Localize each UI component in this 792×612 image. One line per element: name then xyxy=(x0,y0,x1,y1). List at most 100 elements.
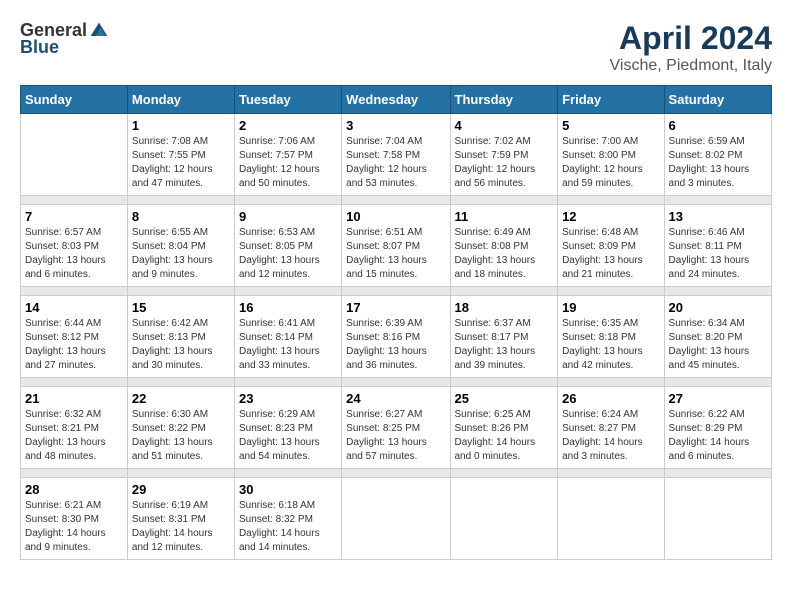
day-info: Sunrise: 6:57 AMSunset: 8:03 PMDaylight:… xyxy=(25,226,123,282)
day-info: Sunrise: 6:24 AMSunset: 8:27 PMDaylight:… xyxy=(562,408,659,464)
calendar-day xyxy=(450,478,558,560)
calendar-day: 8 Sunrise: 6:55 AMSunset: 8:04 PMDaylight… xyxy=(127,205,234,287)
day-number: 1 xyxy=(132,118,230,133)
calendar-day: 30 Sunrise: 6:18 AMSunset: 8:32 PMDayligh… xyxy=(234,478,341,560)
day-number: 2 xyxy=(239,118,337,133)
day-header-thursday: Thursday xyxy=(450,86,558,114)
week-separator xyxy=(21,287,772,296)
calendar-day: 27 Sunrise: 6:22 AMSunset: 8:29 PMDayligh… xyxy=(664,387,771,469)
calendar-day: 16Sunrise: 6:41 AMSunset: 8:14 PMDayligh… xyxy=(234,296,341,378)
day-info: Sunrise: 6:39 AMSunset: 8:16 PMDaylight:… xyxy=(346,317,445,373)
day-info: Sunrise: 6:32 AMSunset: 8:21 PMDaylight:… xyxy=(25,408,123,464)
day-number: 5 xyxy=(562,118,659,133)
calendar-day: 15Sunrise: 6:42 AMSunset: 8:13 PMDayligh… xyxy=(127,296,234,378)
day-info: Sunrise: 6:49 AMSunset: 8:08 PMDaylight:… xyxy=(455,226,554,282)
day-info: Sunrise: 6:51 AMSunset: 8:07 PMDaylight:… xyxy=(346,226,445,282)
day-info: Sunrise: 6:21 AMSunset: 8:30 PMDaylight:… xyxy=(25,499,123,555)
day-number: 23 xyxy=(239,391,337,406)
day-info: Sunrise: 6:46 AMSunset: 8:11 PMDaylight:… xyxy=(669,226,767,282)
logo-blue: Blue xyxy=(20,37,59,58)
day-info: Sunrise: 6:48 AMSunset: 8:09 PMDaylight:… xyxy=(562,226,659,282)
day-number: 8 xyxy=(132,209,230,224)
calendar-day: 2 Sunrise: 7:06 AMSunset: 7:57 PMDaylight… xyxy=(234,114,341,196)
day-header-monday: Monday xyxy=(127,86,234,114)
calendar-table: SundayMondayTuesdayWednesdayThursdayFrid… xyxy=(20,85,772,560)
day-info: Sunrise: 6:18 AMSunset: 8:32 PMDaylight:… xyxy=(239,499,337,555)
day-number: 19 xyxy=(562,300,659,315)
day-info: Sunrise: 7:06 AMSunset: 7:57 PMDaylight:… xyxy=(239,135,337,191)
day-number: 9 xyxy=(239,209,337,224)
title-section: April 2024 Vische, Piedmont, Italy xyxy=(610,20,772,75)
calendar-day: 28 Sunrise: 6:21 AMSunset: 8:30 PMDayligh… xyxy=(21,478,128,560)
calendar-day: 18 Sunrise: 6:37 AMSunset: 8:17 PMDayligh… xyxy=(450,296,558,378)
day-info: Sunrise: 7:08 AMSunset: 7:55 PMDaylight:… xyxy=(132,135,230,191)
day-header-saturday: Saturday xyxy=(664,86,771,114)
calendar-week-1: 1 Sunrise: 7:08 AMSunset: 7:55 PMDaylight… xyxy=(21,114,772,196)
calendar-day: 5Sunrise: 7:00 AMSunset: 8:00 PMDaylight… xyxy=(558,114,664,196)
calendar-day xyxy=(342,478,450,560)
day-info: Sunrise: 6:44 AMSunset: 8:12 PMDaylight:… xyxy=(25,317,123,373)
day-number: 27 xyxy=(669,391,767,406)
day-info: Sunrise: 6:59 AMSunset: 8:02 PMDaylight:… xyxy=(669,135,767,191)
calendar-day: 17 Sunrise: 6:39 AMSunset: 8:16 PMDayligh… xyxy=(342,296,450,378)
day-info: Sunrise: 6:22 AMSunset: 8:29 PMDaylight:… xyxy=(669,408,767,464)
calendar-day: 3 Sunrise: 7:04 AMSunset: 7:58 PMDaylight… xyxy=(342,114,450,196)
week-separator xyxy=(21,196,772,205)
calendar-day xyxy=(558,478,664,560)
day-number: 26 xyxy=(562,391,659,406)
page-header: General Blue April 2024 Vische, Piedmont… xyxy=(20,20,772,75)
day-number: 7 xyxy=(25,209,123,224)
page-subtitle: Vische, Piedmont, Italy xyxy=(610,57,772,75)
day-number: 21 xyxy=(25,391,123,406)
logo: General Blue xyxy=(20,20,109,58)
day-header-friday: Friday xyxy=(558,86,664,114)
calendar-week-5: 28 Sunrise: 6:21 AMSunset: 8:30 PMDayligh… xyxy=(21,478,772,560)
calendar-day: 6 Sunrise: 6:59 AMSunset: 8:02 PMDaylight… xyxy=(664,114,771,196)
calendar-day xyxy=(21,114,128,196)
calendar-day: 1 Sunrise: 7:08 AMSunset: 7:55 PMDaylight… xyxy=(127,114,234,196)
day-info: Sunrise: 6:35 AMSunset: 8:18 PMDaylight:… xyxy=(562,317,659,373)
day-number: 6 xyxy=(669,118,767,133)
day-number: 14 xyxy=(25,300,123,315)
calendar-week-2: 7 Sunrise: 6:57 AMSunset: 8:03 PMDaylight… xyxy=(21,205,772,287)
calendar-header-row: SundayMondayTuesdayWednesdayThursdayFrid… xyxy=(21,86,772,114)
calendar-day: 9 Sunrise: 6:53 AMSunset: 8:05 PMDaylight… xyxy=(234,205,341,287)
week-separator xyxy=(21,378,772,387)
day-number: 22 xyxy=(132,391,230,406)
day-info: Sunrise: 6:53 AMSunset: 8:05 PMDaylight:… xyxy=(239,226,337,282)
day-info: Sunrise: 6:25 AMSunset: 8:26 PMDaylight:… xyxy=(455,408,554,464)
day-number: 28 xyxy=(25,482,123,497)
calendar-day: 24Sunrise: 6:27 AMSunset: 8:25 PMDayligh… xyxy=(342,387,450,469)
calendar-day: 29Sunrise: 6:19 AMSunset: 8:31 PMDayligh… xyxy=(127,478,234,560)
day-info: Sunrise: 6:37 AMSunset: 8:17 PMDaylight:… xyxy=(455,317,554,373)
day-number: 12 xyxy=(562,209,659,224)
logo-icon xyxy=(89,21,109,41)
day-number: 29 xyxy=(132,482,230,497)
calendar-day: 23Sunrise: 6:29 AMSunset: 8:23 PMDayligh… xyxy=(234,387,341,469)
calendar-day: 14 Sunrise: 6:44 AMSunset: 8:12 PMDayligh… xyxy=(21,296,128,378)
day-number: 15 xyxy=(132,300,230,315)
day-number: 30 xyxy=(239,482,337,497)
day-info: Sunrise: 7:04 AMSunset: 7:58 PMDaylight:… xyxy=(346,135,445,191)
day-number: 18 xyxy=(455,300,554,315)
page-title: April 2024 xyxy=(610,20,772,57)
calendar-day xyxy=(664,478,771,560)
week-separator xyxy=(21,469,772,478)
day-number: 13 xyxy=(669,209,767,224)
day-info: Sunrise: 6:55 AMSunset: 8:04 PMDaylight:… xyxy=(132,226,230,282)
day-info: Sunrise: 6:30 AMSunset: 8:22 PMDaylight:… xyxy=(132,408,230,464)
day-number: 24 xyxy=(346,391,445,406)
day-number: 17 xyxy=(346,300,445,315)
day-info: Sunrise: 6:34 AMSunset: 8:20 PMDaylight:… xyxy=(669,317,767,373)
day-number: 11 xyxy=(455,209,554,224)
day-number: 16 xyxy=(239,300,337,315)
day-number: 10 xyxy=(346,209,445,224)
calendar-week-3: 14 Sunrise: 6:44 AMSunset: 8:12 PMDayligh… xyxy=(21,296,772,378)
day-number: 3 xyxy=(346,118,445,133)
day-header-sunday: Sunday xyxy=(21,86,128,114)
calendar-day: 25Sunrise: 6:25 AMSunset: 8:26 PMDayligh… xyxy=(450,387,558,469)
day-info: Sunrise: 7:02 AMSunset: 7:59 PMDaylight:… xyxy=(455,135,554,191)
calendar-day: 20Sunrise: 6:34 AMSunset: 8:20 PMDayligh… xyxy=(664,296,771,378)
day-header-wednesday: Wednesday xyxy=(342,86,450,114)
calendar-day: 21 Sunrise: 6:32 AMSunset: 8:21 PMDayligh… xyxy=(21,387,128,469)
